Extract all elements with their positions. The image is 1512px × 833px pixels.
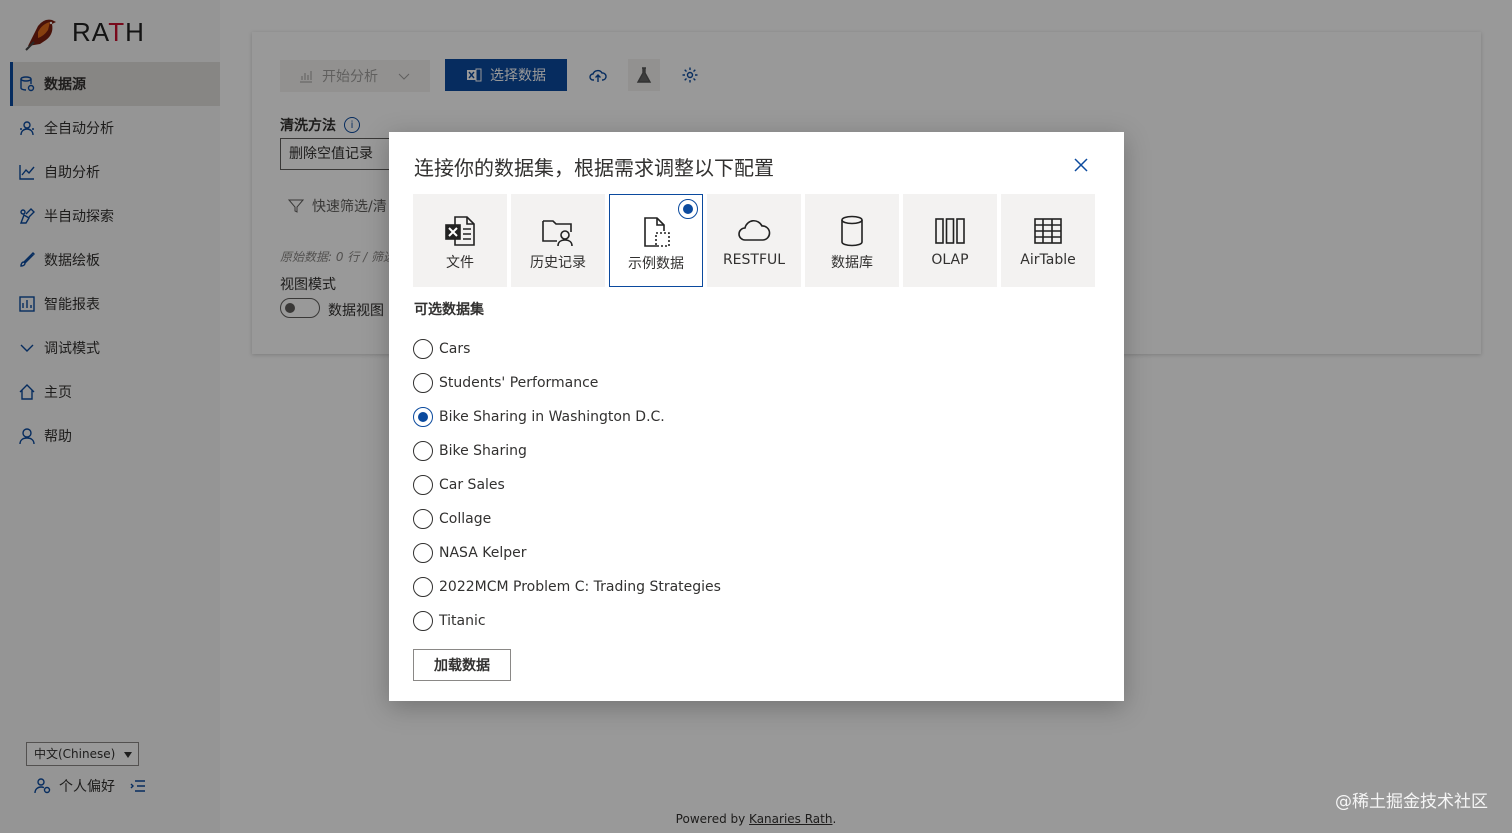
dataset-option-label: 2022MCM Problem C: Trading Strategies	[439, 579, 721, 595]
dataset-option-titanic[interactable]: Titanic	[413, 604, 721, 638]
dataset-option-nasa-kelper[interactable]: NASA Kelper	[413, 536, 721, 570]
close-button[interactable]	[1072, 156, 1092, 176]
sample-file-icon	[644, 217, 670, 247]
radio-button[interactable]	[413, 509, 433, 529]
database-cylinder-icon	[841, 215, 863, 247]
tile-label: 数据库	[831, 255, 873, 271]
datasets-radio-group: Cars Students' Performance Bike Sharing …	[413, 332, 721, 638]
tile-label: 历史记录	[530, 255, 586, 271]
dataset-option-cars[interactable]: Cars	[413, 332, 721, 366]
dataset-option-label: Bike Sharing in Washington D.C.	[439, 409, 665, 425]
datasets-label: 可选数据集	[414, 302, 484, 318]
tile-restful[interactable]: RESTFUL	[707, 194, 801, 287]
table-grid-icon	[1034, 218, 1062, 244]
radio-button[interactable]	[413, 339, 433, 359]
dataset-option-label: NASA Kelper	[439, 545, 527, 561]
radio-button[interactable]	[413, 577, 433, 597]
dataset-option-students-performance[interactable]: Students' Performance	[413, 366, 721, 400]
dataset-option-car-sales[interactable]: Car Sales	[413, 468, 721, 502]
load-data-button[interactable]: 加载数据	[413, 649, 511, 681]
folder-user-icon	[542, 220, 573, 247]
dialog-title: 连接你的数据集，根据需求调整以下配置	[414, 156, 774, 180]
dataset-option-label: Students' Performance	[439, 375, 599, 391]
radio-button[interactable]	[413, 611, 433, 631]
dataset-option-collage[interactable]: Collage	[413, 502, 721, 536]
dataset-option-label: Car Sales	[439, 477, 505, 493]
radio-button[interactable]	[413, 373, 433, 393]
tile-olap[interactable]: OLAP	[903, 194, 997, 287]
tile-label: OLAP	[931, 252, 969, 268]
olap-columns-icon	[935, 218, 965, 244]
excel-file-icon	[445, 216, 475, 246]
tile-label: 示例数据	[628, 256, 684, 272]
radio-button[interactable]	[413, 407, 433, 427]
tile-sample-data[interactable]: 示例数据	[609, 194, 703, 287]
dataset-option-label: Titanic	[439, 613, 486, 629]
radio-button[interactable]	[413, 441, 433, 461]
connect-dataset-dialog: 连接你的数据集，根据需求调整以下配置 文件 历史记录 示例数据 RESTFUL …	[389, 132, 1124, 701]
dataset-option-label: Cars	[439, 341, 471, 357]
tile-label: RESTFUL	[722, 252, 786, 268]
tile-label: 文件	[446, 255, 474, 271]
dataset-option-label: Bike Sharing	[439, 443, 527, 459]
radio-button[interactable]	[413, 475, 433, 495]
close-icon	[1074, 158, 1088, 172]
tile-label: AirTable	[1020, 252, 1076, 268]
dataset-option-label: Collage	[439, 511, 492, 527]
radio-button[interactable]	[413, 543, 433, 563]
tile-history[interactable]: 历史记录	[511, 194, 605, 287]
dataset-option-bike-sharing[interactable]: Bike Sharing	[413, 434, 721, 468]
source-type-tiles: 文件 历史记录 示例数据 RESTFUL 数据库 OLAP AirTable	[413, 194, 1099, 287]
dataset-option-2022mcm[interactable]: 2022MCM Problem C: Trading Strategies	[413, 570, 721, 604]
tile-database[interactable]: 数据库	[805, 194, 899, 287]
dataset-option-bike-sharing-dc[interactable]: Bike Sharing in Washington D.C.	[413, 400, 721, 434]
tile-airtable[interactable]: AirTable	[1001, 194, 1095, 287]
watermark: @稀土掘金技术社区	[1335, 792, 1488, 812]
cloud-icon	[738, 220, 771, 241]
tile-file[interactable]: 文件	[413, 194, 507, 287]
selected-radio-icon	[678, 199, 698, 219]
